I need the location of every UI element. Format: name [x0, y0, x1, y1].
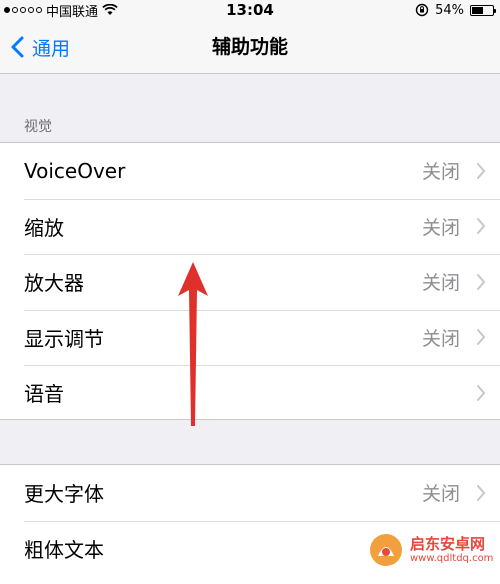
- row-label: VoiceOver: [24, 158, 126, 183]
- settings-row-speech[interactable]: 语音: [0, 365, 500, 421]
- row-label: 语音: [24, 382, 64, 407]
- chevron-right-icon: [477, 484, 486, 501]
- battery-percent: 54%: [435, 2, 464, 18]
- battery-fill: [472, 6, 483, 14]
- row-value: 关闭: [421, 161, 460, 184]
- watermark-url: www.qdltdq.com: [410, 552, 494, 564]
- watermark: 启东安卓网 www.qdltdq.com: [368, 525, 500, 575]
- watermark-title: 启东安卓网: [410, 535, 486, 554]
- row-value: 关闭: [421, 483, 460, 506]
- chevron-right-icon: [477, 162, 486, 179]
- section-header-vision: 视觉: [24, 119, 52, 135]
- navigation-bar: 通用 辅助功能: [0, 20, 500, 74]
- rotation-lock-icon: [415, 3, 429, 17]
- status-right: 54%: [415, 0, 496, 20]
- status-bar: 中国联通 13:04 54%: [0, 0, 500, 20]
- settings-row-voiceover[interactable]: VoiceOver 关闭: [0, 143, 500, 199]
- watermark-logo-icon: [370, 534, 402, 566]
- page-title: 辅助功能: [211, 36, 288, 58]
- chevron-right-icon: [477, 384, 486, 401]
- settings-group-vision: VoiceOver 关闭 缩放 关闭 放大器 关闭 显示调节 关闭 语音: [0, 142, 500, 420]
- battery-icon: [470, 4, 496, 16]
- chevron-right-icon: [477, 273, 486, 290]
- watermark-text: 启东安卓网 www.qdltdq.com: [410, 536, 493, 564]
- row-label: 缩放: [24, 215, 64, 240]
- row-value: 关闭: [421, 327, 460, 350]
- chevron-right-icon: [477, 329, 486, 346]
- row-label: 显示调节: [24, 326, 104, 351]
- chevron-right-icon: [477, 218, 486, 235]
- row-label: 放大器: [24, 271, 84, 296]
- row-value: 关闭: [421, 216, 460, 239]
- red-arrow-annotation: [178, 262, 208, 426]
- settings-row-display-accommodations[interactable]: 显示调节 关闭: [0, 309, 500, 366]
- settings-row-zoom[interactable]: 缩放 关闭: [0, 198, 500, 255]
- settings-row-magnifier[interactable]: 放大器 关闭: [0, 254, 500, 310]
- settings-row-larger-text[interactable]: 更大字体 关闭: [0, 465, 500, 521]
- row-label: 粗体文本: [24, 537, 104, 562]
- row-value: 关闭: [421, 272, 460, 295]
- row-label: 更大字体: [24, 482, 104, 507]
